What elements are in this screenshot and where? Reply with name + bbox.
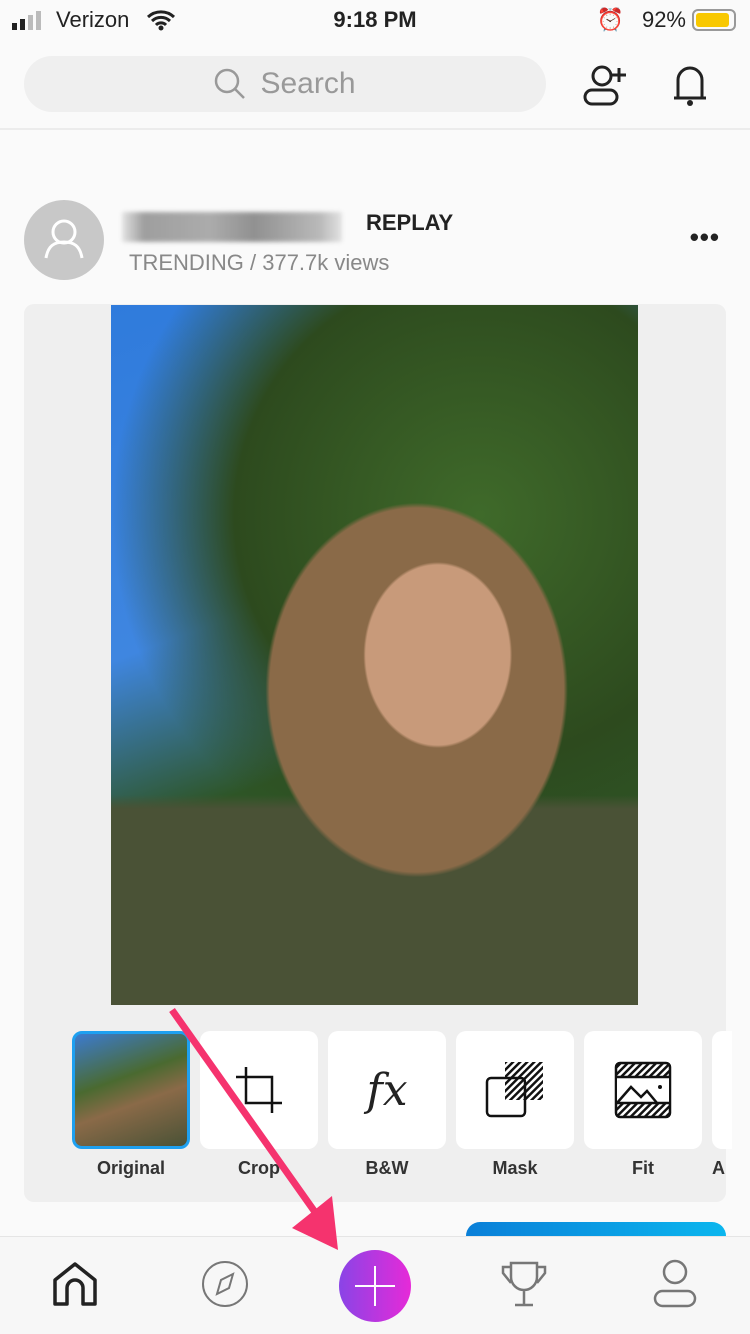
home-icon [53, 1262, 97, 1306]
tool-original[interactable] [72, 1031, 190, 1149]
tool-mask[interactable] [456, 1031, 574, 1149]
plus-icon [355, 1266, 395, 1306]
tool-label: B&W [365, 1158, 409, 1178]
crop-icon [236, 1067, 282, 1113]
fx-icon: fx [366, 1064, 408, 1116]
search-input[interactable]: Search [24, 56, 546, 112]
add-friend-icon[interactable] [582, 62, 628, 108]
tool-labels: Original Crop B&W Mask Fit A [72, 1158, 732, 1179]
tool-strip[interactable]: fx [72, 1031, 732, 1149]
clock: 9:18 PM [333, 7, 417, 32]
battery-percent: 92% [641, 7, 686, 32]
more-options-icon[interactable]: ••• [690, 222, 720, 253]
tool-label: A [712, 1158, 725, 1178]
tab-explore[interactable] [195, 1254, 255, 1314]
mask-icon [485, 1062, 543, 1118]
alarm-icon: ⏰ [596, 7, 624, 32]
avatar[interactable] [24, 200, 104, 280]
replay-badge: REPLAY [366, 210, 454, 235]
profile-icon [653, 1259, 697, 1308]
create-button[interactable] [339, 1250, 411, 1322]
tool-label: Mask [492, 1158, 538, 1178]
post-meta: TRENDING / 377.7k views [129, 250, 390, 275]
user-icon [44, 219, 84, 259]
post-photo[interactable] [111, 305, 638, 1005]
tool-fit[interactable] [584, 1031, 702, 1149]
search-placeholder: Search [260, 67, 356, 100]
search-icon [215, 68, 246, 99]
tab-challenges[interactable] [494, 1254, 554, 1314]
header-divider [0, 128, 750, 130]
trophy-icon [501, 1261, 547, 1307]
tab-home[interactable] [45, 1254, 105, 1314]
tool-label: Fit [632, 1158, 654, 1178]
username-blurred[interactable] [122, 212, 342, 242]
tool-label: Original [96, 1158, 165, 1178]
bell-icon[interactable] [668, 62, 712, 108]
status-bar: Verizon 9:18 PM ⏰ 92% [0, 0, 750, 40]
fit-icon [614, 1061, 672, 1119]
compass-icon [202, 1261, 248, 1307]
tool-crop[interactable] [200, 1031, 318, 1149]
tool-next[interactable] [712, 1031, 732, 1149]
tool-bw[interactable]: fx [328, 1031, 446, 1149]
tool-label: Crop [238, 1158, 280, 1178]
tab-profile[interactable] [645, 1254, 705, 1314]
battery-icon [692, 9, 736, 31]
